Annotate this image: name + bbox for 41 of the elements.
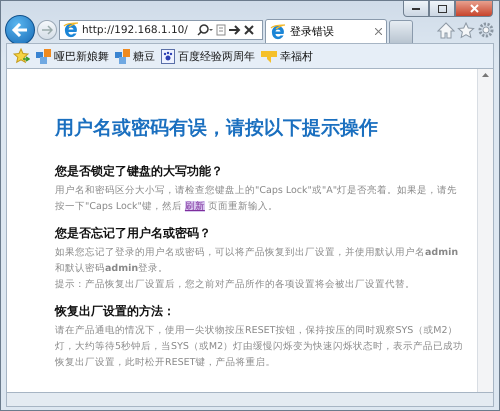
- url-input[interactable]: http://192.168.1.10/: [82, 24, 194, 36]
- paragraph: 如果您忘记了登录的用户名或密码，可以将产品恢复到出厂设置，并使用默认用户名admin和默认密码admin登录。: [55, 246, 460, 276]
- minimize-button[interactable]: [403, 1, 429, 17]
- refresh-link[interactable]: 刷新: [184, 201, 205, 212]
- favorites-star-icon[interactable]: [13, 48, 30, 64]
- settings-icon[interactable]: [477, 21, 495, 39]
- favorites-link[interactable]: 百度经验两周年: [161, 48, 255, 64]
- close-button[interactable]: [455, 1, 493, 17]
- scrollbar[interactable]: [477, 69, 493, 392]
- page-title: 用户名或密码有误，请按以下提示操作: [55, 116, 379, 141]
- forward-button[interactable]: [37, 20, 57, 40]
- tiles-icon: [115, 48, 130, 64]
- section-heading: 您是否锁定了键盘的大写功能？: [55, 163, 224, 180]
- close-icon: [470, 4, 478, 13]
- section-heading: 您是否忘记了用户名或密码？: [55, 225, 212, 242]
- section-heading: 恢复出厂设置的方法：: [55, 303, 176, 320]
- address-field[interactable]: http://192.168.1.10/: [59, 20, 263, 40]
- close-tab-icon[interactable]: [375, 28, 382, 35]
- close-icon[interactable]: [244, 25, 254, 35]
- favorites-link[interactable]: 幸福村: [261, 48, 313, 64]
- paragraph: 用户名和密码区分大小写，请检查您键盘上的"Caps Lock"或"A"灯是否亮着。如果是，请先按一下"Caps Lock"键，然后 刷新 页面重新输入。: [55, 184, 458, 214]
- back-arrow-icon: [12, 23, 28, 37]
- favorites-link[interactable]: 糖豆: [115, 48, 155, 64]
- go-arrow-icon[interactable]: [229, 25, 241, 35]
- tiles-icon: [36, 48, 51, 64]
- maximize-button[interactable]: [429, 1, 455, 17]
- browser-tab[interactable]: 登录错误: [265, 19, 387, 43]
- forward-arrow-icon: [41, 25, 53, 35]
- star-icon[interactable]: [457, 22, 475, 38]
- home-icon[interactable]: [437, 22, 455, 38]
- search-icon[interactable]: [197, 24, 213, 36]
- maximize-icon: [438, 4, 446, 12]
- favorites-link[interactable]: 哑巴新娘舞: [36, 48, 109, 64]
- back-button[interactable]: [5, 15, 35, 45]
- paw-icon: [161, 48, 175, 64]
- browser-logo-icon: [270, 24, 286, 40]
- scroll-up-icon[interactable]: [482, 73, 489, 77]
- browser-logo-icon: [63, 22, 79, 38]
- paragraph: 请在产品通电的情况下，使用一尖状物按压RESET按钮，保持按压的同时观察SYS（或M2）灯，大约等待5秒钟后，当SYS（或M2）灯由缓慢闪烁变为快速闪烁状态时，表示产品已成功恢复出厂设置，此时松开RESET键，产品将重启。: [55, 324, 464, 370]
- paragraph: 提示：产品恢复出厂设置后，您之前对产品所作的各项设置将会被出厂设置代替。: [55, 278, 416, 292]
- minimize-icon: [412, 7, 420, 10]
